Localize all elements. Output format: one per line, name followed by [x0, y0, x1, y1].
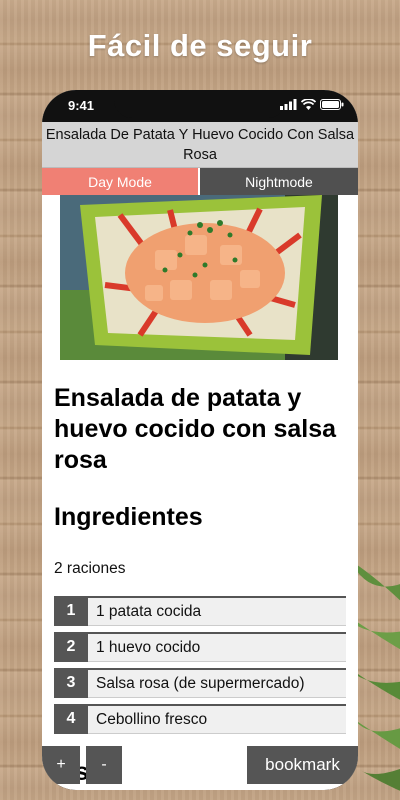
list-item: 3 Salsa rosa (de supermercado)	[54, 668, 346, 698]
recipe-content: Ensalada de patata y huevo cocido con sa…	[42, 195, 358, 790]
wifi-icon	[301, 99, 316, 110]
ingredient-text: 1 huevo cocido	[88, 632, 346, 662]
list-item: 1 1 patata cocida	[54, 596, 346, 626]
status-time: 9:41	[68, 98, 95, 113]
app-title-bar: Ensalada De Patata Y Huevo Cocido Con Sa…	[42, 122, 358, 168]
recipe-photo	[60, 195, 338, 360]
phone-notch	[114, 90, 286, 118]
servings-text: 2 raciones	[54, 560, 126, 577]
ingredients-list: 1 1 patata cocida 2 1 huevo cocido 3 Sal…	[54, 596, 346, 740]
bookmark-button[interactable]: bookmark	[247, 746, 358, 784]
ingredients-heading: Ingredientes	[54, 503, 203, 531]
ingredient-number: 2	[54, 632, 88, 662]
signal-icon	[280, 99, 297, 110]
battery-icon	[320, 99, 344, 110]
ingredient-number: 1	[54, 596, 88, 626]
night-mode-button[interactable]: Nightmode	[200, 168, 358, 195]
mode-switcher: Day Mode Nightmode	[42, 168, 358, 195]
app-screen: 9:41 Ensalada De Patata Y Huevo Cocido C…	[42, 90, 358, 790]
ingredient-number: 3	[54, 668, 88, 698]
recipe-title: Ensalada de patata y huevo cocido con sa…	[54, 384, 337, 474]
ingredient-number: 4	[54, 704, 88, 734]
ingredient-text: 1 patata cocida	[88, 596, 346, 626]
list-item: 2 1 huevo cocido	[54, 632, 346, 662]
ingredient-text: Cebollino fresco	[88, 704, 346, 734]
list-item: 4 Cebollino fresco	[54, 704, 346, 734]
phone-frame: 9:41 Ensalada De Patata Y Huevo Cocido C…	[42, 90, 358, 790]
decrease-font-button[interactable]: -	[86, 746, 122, 784]
banner-title: Fácil de seguir	[87, 28, 313, 63]
status-bar: 9:41	[42, 90, 358, 122]
ingredient-text: Salsa rosa (de supermercado)	[88, 668, 346, 698]
day-mode-button[interactable]: Day Mode	[42, 168, 198, 195]
increase-font-button[interactable]: +	[42, 746, 80, 784]
